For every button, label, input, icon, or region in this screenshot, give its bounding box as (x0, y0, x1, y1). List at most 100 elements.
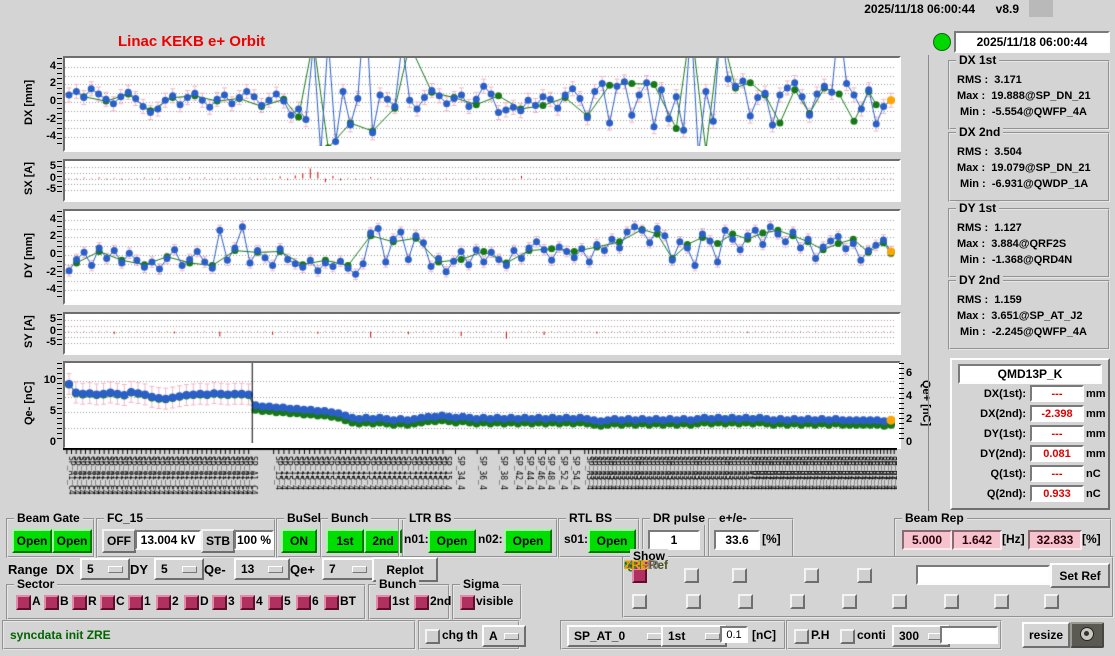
ph-checkbox[interactable] (794, 629, 809, 644)
sigma-visible-checkbox[interactable] (460, 595, 475, 610)
show-ave10-checkbox[interactable] (857, 568, 872, 583)
show-pfe-checkbox[interactable] (686, 594, 701, 609)
qmd-device-name[interactable]: QMD13P_K (958, 364, 1102, 384)
sector-3-checkbox[interactable] (212, 595, 227, 610)
sector-4-checkbox[interactable] (240, 595, 255, 610)
qmd-row-value: 0.081 (1030, 445, 1084, 462)
chg-th-checkbox[interactable] (425, 629, 440, 644)
show-gold-checkbox[interactable] (804, 568, 819, 583)
chg-th-label: chg th (442, 628, 478, 642)
ltr-n01-open-button[interactable]: Open (428, 529, 476, 553)
bunch-2nd-button[interactable]: 2nd (364, 529, 402, 553)
dr-pulse-value: 1 (648, 530, 700, 550)
free-text-input[interactable] (940, 626, 998, 644)
rtl-bs-title: RTL BS (566, 511, 616, 525)
sector-c-checkbox[interactable] (100, 595, 115, 610)
sector-6-checkbox[interactable] (296, 595, 311, 610)
device-dropdown[interactable]: SP_AT_0 (567, 625, 669, 647)
sector-bt-checkbox[interactable] (324, 595, 339, 610)
qmd-row-unit: mm (1086, 448, 1106, 460)
show-jbp-checkbox[interactable] (892, 594, 907, 609)
acquisition-pane: P.H conti 300 (786, 620, 1002, 650)
sector-c-label: C (116, 594, 125, 608)
beam-gate-2-button[interactable]: Open (52, 529, 92, 553)
busel-on-button[interactable]: ON (281, 529, 317, 553)
show-group: Show Cur Ref Cur-Ref Gold Ave10 Set Ref … (622, 549, 1114, 618)
rtl-s01-open-button[interactable]: Open (588, 529, 636, 553)
beam-gate-group: Beam Gate Open Open (6, 511, 95, 558)
show-sfe-checkbox[interactable] (994, 594, 1009, 609)
axis-tick-label: -2 (46, 265, 56, 278)
range-qem-dropdown[interactable]: 13 (234, 558, 290, 580)
sector-d-checkbox[interactable] (184, 595, 199, 610)
beam-rep-group: Beam Rep 5.000 1.642 [Hz] 32.833 [%] (894, 511, 1112, 558)
chg-th-pane: chg th A (418, 620, 526, 650)
bpm-xaxis-labels (63, 448, 897, 513)
range-dx-value: 5 (87, 562, 94, 576)
dy-axis-comb (57, 211, 62, 299)
sector-r-checkbox[interactable] (72, 595, 87, 610)
sector-select-dropdown[interactable]: A (482, 625, 526, 647)
axis-tick-label: -4 (46, 130, 56, 143)
set-ref-button[interactable]: Set Ref (1050, 563, 1110, 588)
sector-b-checkbox[interactable] (44, 595, 59, 610)
threshold-value[interactable]: 0.1 (720, 626, 748, 643)
camera-icon[interactable] (1070, 622, 1104, 648)
range-dx-dropdown[interactable]: 5 (80, 558, 130, 580)
fc15-stb-button[interactable]: STB (201, 529, 235, 553)
range-qep-dropdown[interactable]: 7 (322, 558, 374, 580)
sector-a-checkbox[interactable] (16, 595, 31, 610)
axis-tick-label: 0 (49, 436, 56, 448)
qmd-row-label: DX(2nd): (980, 408, 1026, 420)
busel-group: BuSel ON (276, 511, 325, 558)
sector-title: Sector (14, 577, 58, 591)
ph-label: P.H (811, 628, 830, 642)
dy-2nd-group: DY 2nd RMS : 1.159 Max : 3.651@SP_AT_J2 … (948, 273, 1110, 350)
bunch-2nd-checkbox[interactable] (414, 595, 429, 610)
show-rfe-checkbox[interactable] (944, 594, 959, 609)
show-ref-checkbox[interactable] (684, 568, 699, 583)
sector-2-checkbox[interactable] (156, 595, 171, 610)
qe-minus-axis-ticks: 10 5 0 (36, 361, 56, 448)
axis-tick-label: 2 (906, 413, 913, 426)
axis-tick-label: 4 (49, 59, 56, 72)
qmd-row-unit: nC (1086, 468, 1101, 480)
sector-1-checkbox[interactable] (128, 595, 143, 610)
show-kbe-checkbox[interactable] (632, 594, 647, 609)
range-dy-label: DY (130, 562, 149, 577)
ltr-bs-title: LTR BS (406, 511, 455, 525)
range-dy-value: 5 (161, 562, 168, 576)
sy-plot (63, 312, 901, 355)
ltr-n02-open-button[interactable]: Open (504, 529, 552, 553)
bunch-1st-button[interactable]: 1st (326, 529, 364, 553)
bunch-select-dropdown[interactable]: 1st (661, 625, 727, 647)
show-qfe-checkbox[interactable] (738, 594, 753, 609)
bunch-title: Bunch (328, 511, 372, 525)
show-cur-ref-checkbox[interactable] (732, 568, 747, 583)
dy-axis-ticks: 4 2 0 -2 -4 (36, 209, 56, 301)
range-dy-dropdown[interactable]: 5 (154, 558, 204, 580)
ref-file-input[interactable] (916, 565, 1050, 585)
dr-pulse-title: DR pulse (650, 511, 709, 525)
qmd-row-label: DY(1st): (983, 428, 1026, 440)
sector-b-label: B (60, 594, 69, 608)
beam-rep-title: Beam Rep (902, 511, 967, 525)
rtl-s01-label: s01: (564, 532, 589, 546)
qmd-row-unit: mm (1086, 408, 1106, 420)
axis-tick-label: 6 (906, 367, 913, 380)
beam-gate-1-button[interactable]: Open (12, 529, 52, 553)
bunch-1st-checkbox[interactable] (376, 595, 391, 610)
fc15-off-button[interactable]: OFF (102, 529, 136, 553)
dropdown-indicator-icon (352, 565, 367, 573)
qmd-row-value: --- (1030, 425, 1084, 442)
sigma-visible-label: visible (476, 594, 514, 608)
sector-5-checkbox[interactable] (268, 595, 283, 610)
show-jbe-checkbox[interactable] (842, 594, 857, 609)
resize-button[interactable]: resize (1022, 622, 1070, 648)
show-zre-checkbox[interactable] (1044, 594, 1059, 609)
dropdown-indicator-icon (108, 565, 123, 573)
axis-tick-label: 5 (49, 312, 56, 325)
bunch-1st-label: 1st (392, 594, 410, 608)
conti-checkbox[interactable] (840, 629, 855, 644)
show-are-checkbox[interactable] (790, 594, 805, 609)
